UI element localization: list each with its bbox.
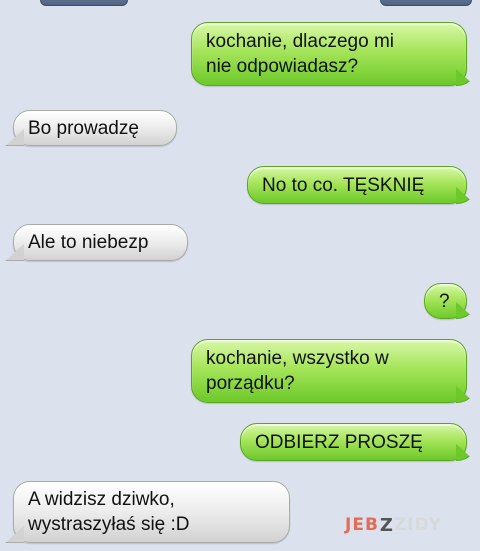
- message-received[interactable]: Bo prowadzę: [13, 110, 177, 146]
- message-sent[interactable]: ODBIERZ PROSZĘ: [240, 423, 467, 461]
- message-received[interactable]: A widzisz dziwko, wystraszyłaś się :D: [13, 481, 290, 543]
- watermark-part2: Z: [379, 514, 393, 536]
- message-sent[interactable]: kochanie, dlaczego mi nie odpowiadasz?: [191, 22, 467, 86]
- top-bar: [0, 0, 480, 10]
- message-sent[interactable]: kochanie, wszystko w porządku?: [191, 339, 467, 403]
- watermark-logo: JEB Z ZIDY: [345, 510, 470, 540]
- message-sent[interactable]: No to co. TĘSKNIĘ: [247, 166, 467, 204]
- watermark-part1: JEB: [345, 515, 379, 535]
- watermark-part3: ZIDY: [393, 515, 442, 535]
- edit-button[interactable]: [380, 0, 472, 6]
- back-button[interactable]: [40, 0, 128, 6]
- message-sent[interactable]: ?: [424, 283, 467, 319]
- message-received[interactable]: Ale to niebezp: [13, 224, 188, 261]
